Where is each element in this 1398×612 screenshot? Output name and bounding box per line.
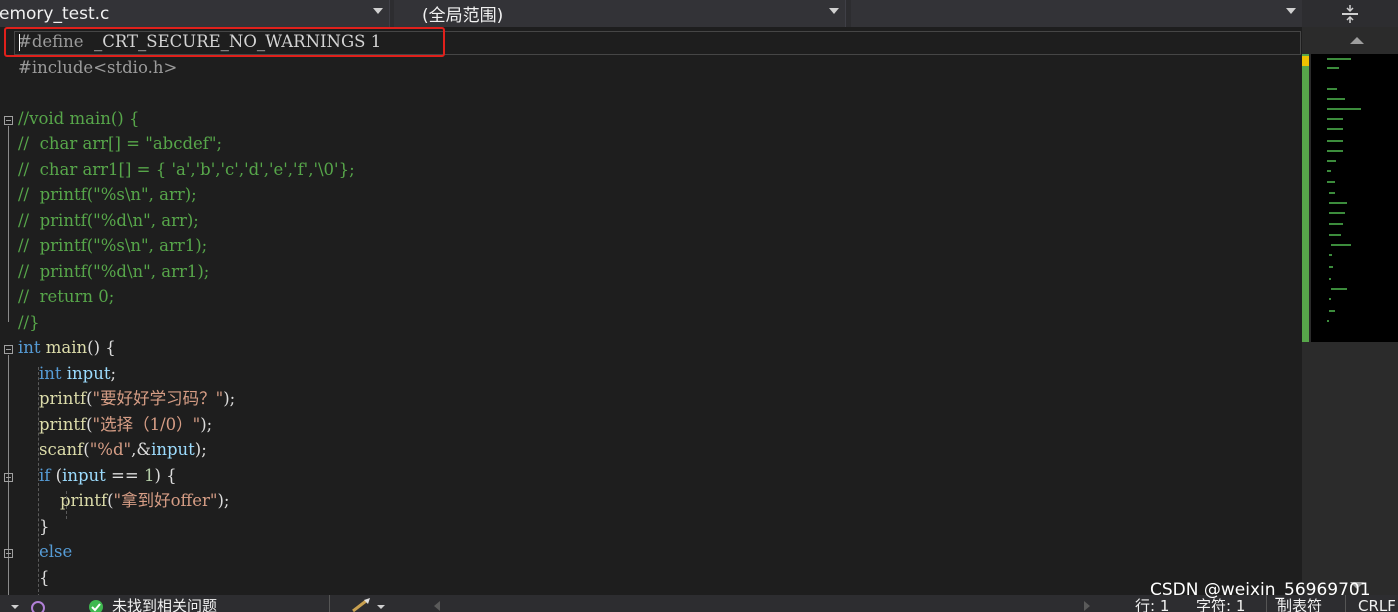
code-token: "拿到好offer" [113, 491, 218, 510]
code-line[interactable]: } [18, 514, 50, 539]
annotation-highlight-box [4, 27, 445, 57]
watermark-text: CSDN @weixin_56969701 [1150, 580, 1371, 600]
code-token: "要好好学习码？" [92, 389, 224, 408]
code-line[interactable]: //} [18, 310, 40, 335]
code-line[interactable]: printf("选择（1/0）"); [18, 412, 212, 437]
status-ok-icon [88, 595, 106, 612]
code-line[interactable]: if (input == 1) { [18, 463, 177, 488]
code-line[interactable]: // printf("%d\n", arr1); [18, 259, 209, 284]
scope-dropdown[interactable]: (全局范围) [394, 0, 846, 27]
code-token: input [151, 440, 195, 459]
code-line[interactable]: // return 0; [18, 284, 114, 309]
code-token: printf [38, 389, 87, 408]
code-token: // return 0; [18, 287, 115, 306]
code-token: "选择（1/0）" [92, 414, 201, 434]
code-line[interactable]: // printf("%s\n", arr1); [18, 233, 207, 258]
code-line[interactable]: // char arr[] = "abcdef"; [18, 131, 222, 156]
code-token: // printf("%s\n", arr); [18, 185, 197, 204]
scroll-right-icon[interactable] [1082, 595, 1092, 612]
code-token: input [66, 363, 111, 383]
code-token: ; [110, 363, 117, 383]
code-line[interactable]: int main() { [18, 335, 116, 360]
code-token: ); [217, 491, 230, 510]
code-token: printf [38, 414, 87, 434]
code-line[interactable]: scanf("%d",&input); [18, 437, 207, 462]
change-tracking-bar [1302, 54, 1309, 342]
code-token: ); [200, 414, 213, 434]
code-line[interactable]: printf("拿到好offer"); [18, 488, 230, 513]
no-issues-label[interactable]: 未找到相关问题 [112, 595, 217, 612]
file-dropdown-label: emory_test.c [0, 3, 110, 24]
code-token: ) { [154, 465, 177, 485]
code-token: scanf [38, 440, 84, 459]
chevron-down-icon [829, 8, 839, 14]
code-token: main [45, 338, 88, 357]
code-line[interactable]: printf("要好好学习码？"); [18, 386, 235, 411]
code-token: ); [194, 440, 207, 459]
code-token: // char arr1[] = { 'a','b','c','d','e','… [18, 159, 355, 179]
file-dropdown[interactable]: emory_test.c [0, 0, 390, 27]
code-token: int [18, 338, 46, 357]
split-window-button[interactable] [1302, 0, 1398, 27]
split-icon [1342, 4, 1358, 23]
member-dropdown[interactable] [851, 0, 1303, 27]
code-token: #include<stdio.h> [18, 57, 178, 77]
code-token: { [18, 567, 50, 587]
code-line[interactable]: else [18, 539, 72, 564]
indent-guide [38, 367, 39, 595]
scroll-left-icon[interactable] [432, 595, 442, 612]
chevron-down-icon [373, 8, 383, 14]
cleanup-brush-icon[interactable] [350, 595, 390, 612]
fold-toggle-icon[interactable] [4, 345, 13, 354]
indent-guide [66, 491, 67, 519]
code-token: input [62, 465, 106, 485]
code-token: 1 [143, 465, 155, 485]
code-editor[interactable]: #define _CRT_SECURE_NO_WARNINGS 1 #includ… [0, 27, 1302, 595]
code-token: printf [59, 491, 108, 510]
code-token: // printf("%d\n", arr); [18, 210, 199, 230]
code-token: () { [87, 338, 116, 357]
code-token: int [38, 363, 67, 383]
code-token: ,& [131, 440, 152, 459]
intellicode-icon[interactable] [28, 595, 48, 612]
code-line[interactable]: // char arr1[] = { 'a','b','c','d','e','… [18, 157, 355, 182]
scroll-up-icon[interactable] [1350, 37, 1364, 44]
code-token: "%d" [89, 440, 132, 459]
code-line[interactable]: #include<stdio.h> [18, 55, 177, 80]
code-token: // char arr[] = "abcdef"; [18, 134, 223, 153]
code-line[interactable]: // printf("%s\n", arr); [18, 182, 197, 207]
code-token: else [38, 542, 73, 561]
code-token: } [18, 516, 50, 536]
fold-toggle-icon[interactable] [4, 549, 13, 558]
fold-toggle-icon[interactable] [4, 116, 13, 125]
dropdown-arrow-icon[interactable] [10, 595, 20, 612]
fold-toggle-icon[interactable] [4, 473, 13, 482]
chevron-down-icon [1286, 8, 1296, 14]
code-line[interactable]: { [18, 565, 50, 590]
code-line[interactable]: int input; [18, 361, 116, 386]
code-token: //} [18, 312, 40, 332]
code-line[interactable]: //void main() { [18, 106, 139, 131]
fold-line [8, 126, 9, 322]
navigation-bar: emory_test.c (全局范围) [0, 0, 1398, 27]
code-token: == [105, 465, 144, 485]
code-token: if [38, 465, 56, 485]
code-token: // printf("%s\n", arr1); [18, 236, 208, 255]
scope-dropdown-label: (全局范围) [422, 6, 504, 26]
minimap[interactable] [1311, 54, 1398, 342]
code-token: //void main() { [18, 108, 140, 128]
code-token: ); [223, 389, 236, 408]
code-token: // printf("%d\n", arr1); [18, 261, 210, 281]
code-line[interactable]: // printf("%d\n", arr); [18, 208, 199, 233]
